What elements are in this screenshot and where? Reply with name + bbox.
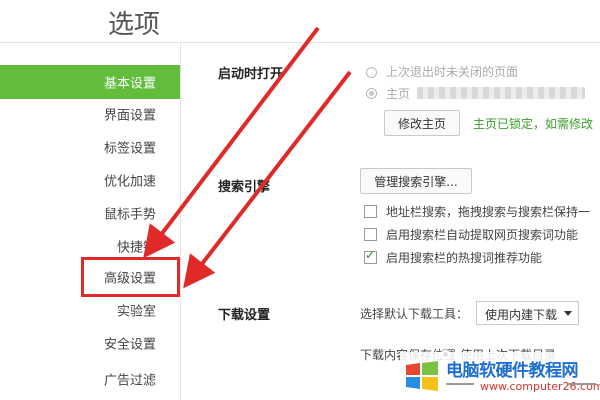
- watermark-title: 电脑软硬件教程网: [446, 361, 579, 381]
- watermark-url: www.computer26.com: [480, 380, 600, 393]
- annotation-arrows: [143, 26, 352, 289]
- watermark-divider: [568, 383, 596, 385]
- watermark: 电脑软硬件教程网 www.computer26.com: [400, 352, 600, 400]
- watermark-divider: [446, 383, 474, 385]
- arrow-from-startup: [143, 26, 320, 259]
- arrow-from-search: [183, 70, 352, 289]
- windows-logo-icon: [406, 361, 438, 391]
